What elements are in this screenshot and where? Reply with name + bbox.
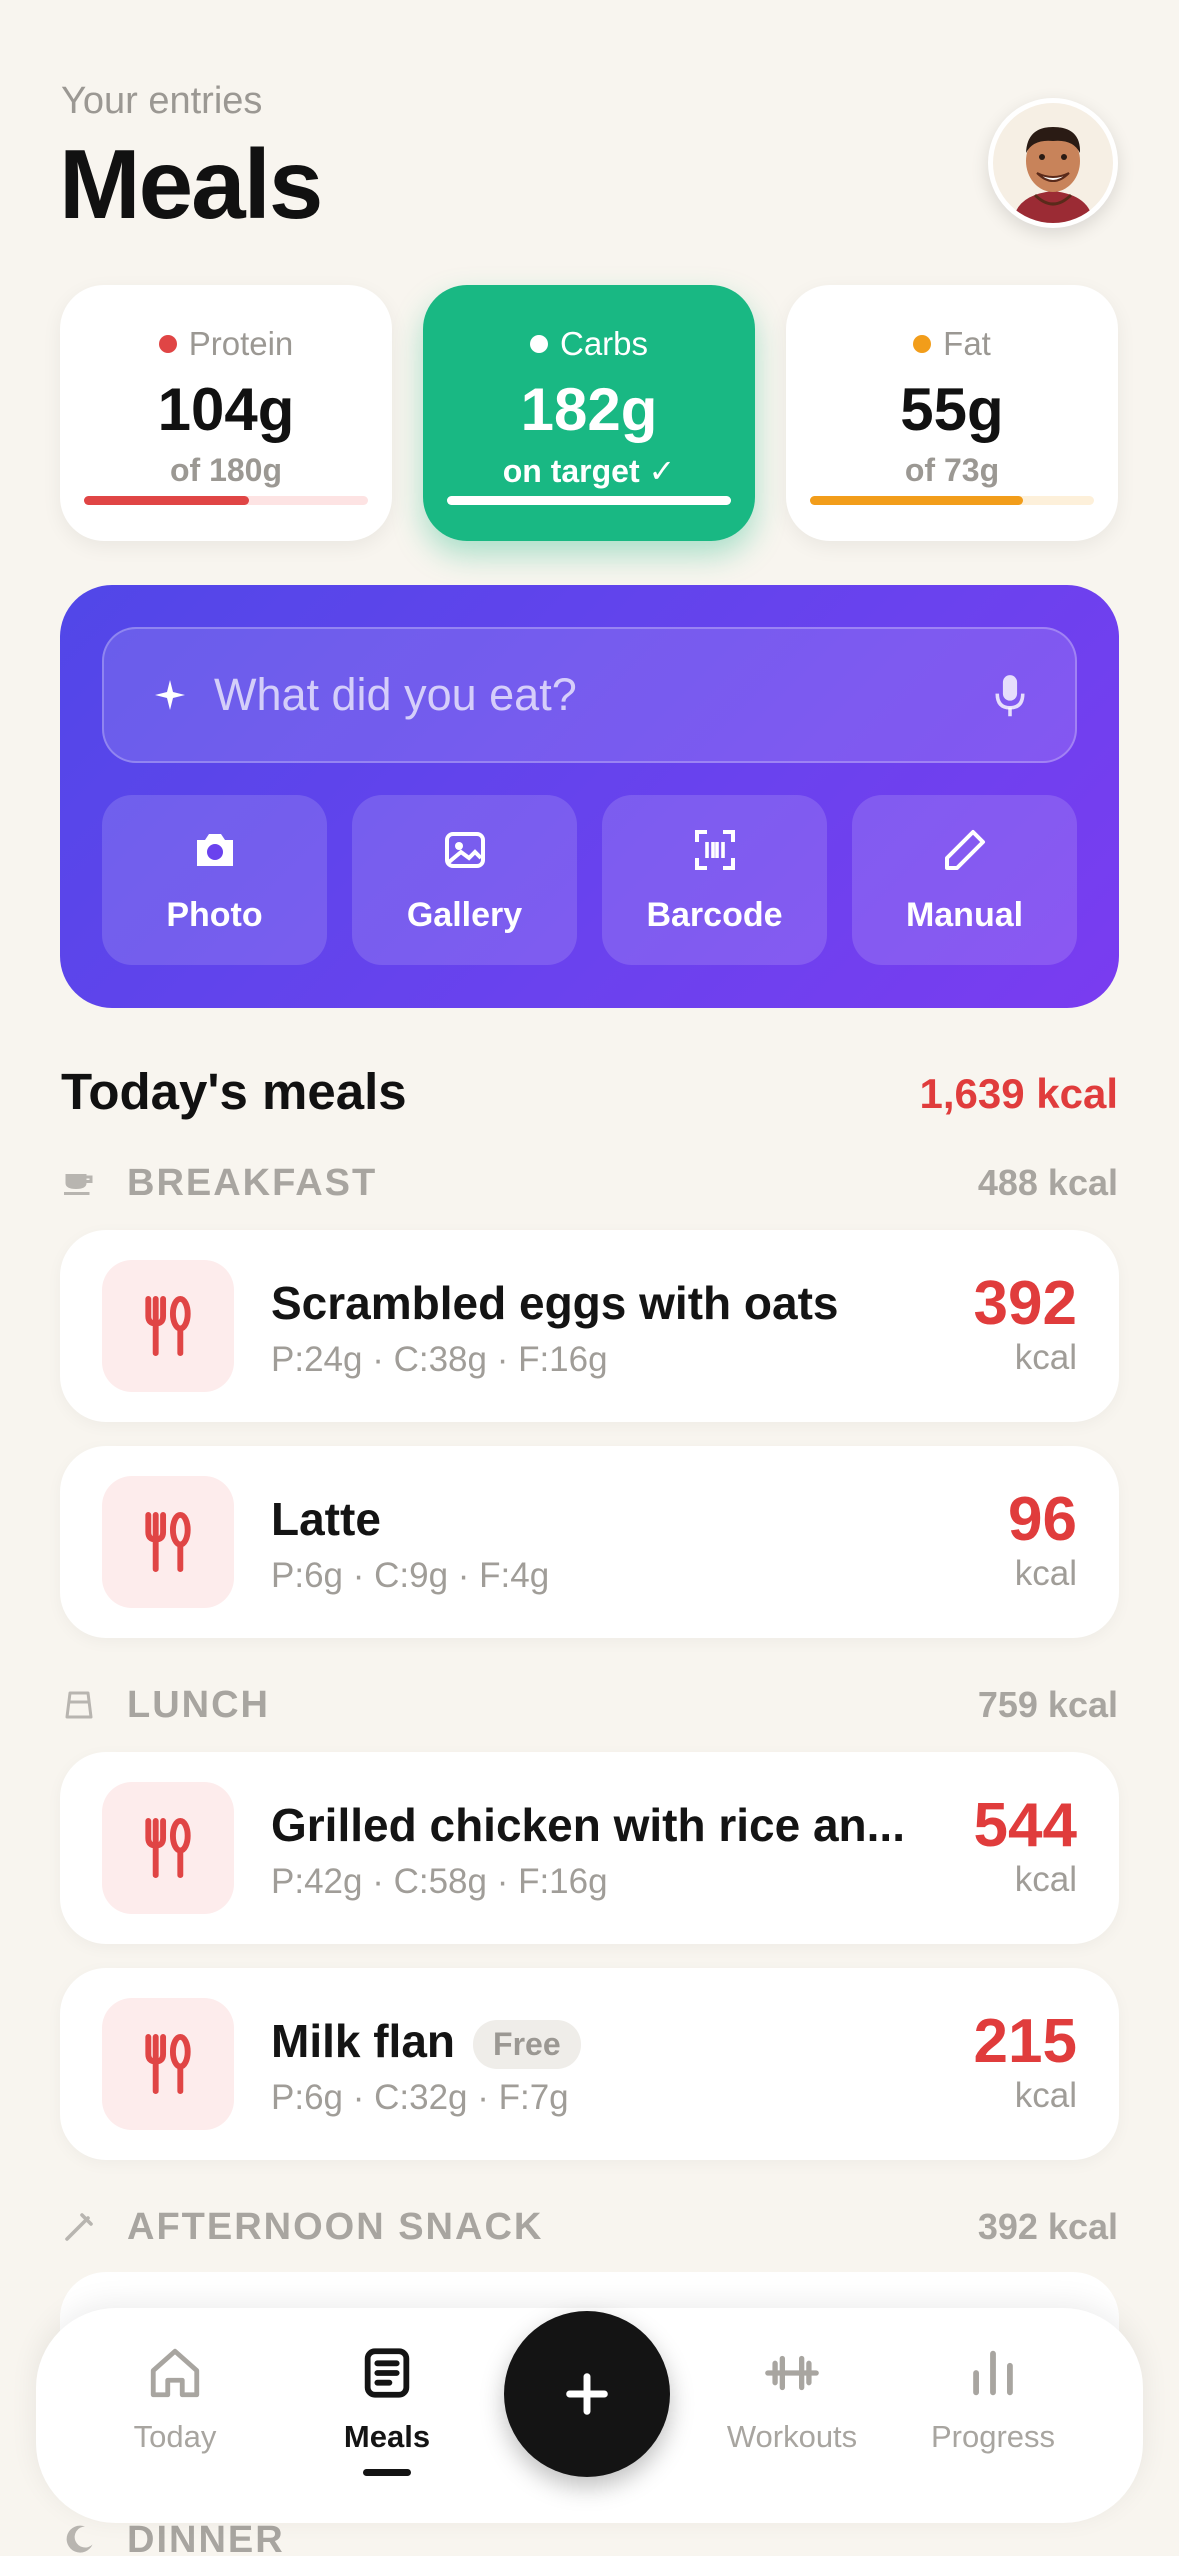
cup-icon bbox=[64, 1174, 93, 1195]
bar-chart-icon bbox=[973, 2350, 1013, 2396]
meal-group-afternoon-snack[interactable]: AFTERNOON SNACK 392 kcal bbox=[61, 2202, 1118, 2252]
nav-progress[interactable]: Progress bbox=[903, 2344, 1083, 2455]
add-entry-button[interactable] bbox=[504, 2311, 670, 2477]
macro-progress-fill bbox=[84, 496, 249, 505]
meal-item[interactable]: Latte P:6g · C:9g · F:4g 96 kcal bbox=[60, 1446, 1119, 1638]
kcal-unit: kcal bbox=[1014, 2076, 1077, 2115]
macro-progress-track bbox=[810, 496, 1094, 505]
image-icon bbox=[444, 831, 485, 868]
gallery-button[interactable]: Gallery bbox=[352, 795, 577, 965]
group-name: AFTERNOON SNACK bbox=[127, 2205, 544, 2248]
avatar-image bbox=[993, 103, 1113, 223]
meal-macros: P:6g · C:32g · F:7g bbox=[271, 2078, 569, 2117]
avatar[interactable] bbox=[988, 98, 1118, 228]
utensils-icon bbox=[145, 1817, 191, 1879]
moon-icon bbox=[66, 2525, 93, 2553]
plus-icon bbox=[566, 2373, 608, 2415]
photo-button[interactable]: Photo bbox=[102, 795, 327, 965]
meal-group-breakfast[interactable]: BREAKFAST 488 kcal bbox=[61, 1158, 1118, 1208]
kcal-unit: kcal bbox=[1014, 1860, 1077, 1899]
carbs-dot-icon bbox=[529, 335, 548, 353]
document-icon bbox=[364, 2348, 410, 2398]
macro-card-carbs[interactable]: Carbs 182g on target ✓ bbox=[423, 285, 755, 541]
camera-icon bbox=[196, 833, 233, 866]
kcal-unit: kcal bbox=[1014, 1338, 1077, 1377]
macro-label: Fat bbox=[943, 325, 991, 362]
macro-progress-track bbox=[84, 496, 368, 505]
barcode-button[interactable]: Barcode bbox=[602, 795, 827, 965]
fat-dot-icon bbox=[913, 335, 932, 353]
meal-macros: P:42g · C:58g · F:16g bbox=[271, 1862, 608, 1901]
meals-screen: Your entries Meals Protein 104g of 180g … bbox=[0, 0, 1179, 2556]
macro-progress-fill bbox=[447, 496, 731, 505]
utensils-icon bbox=[145, 1295, 191, 1357]
barcode-icon bbox=[694, 829, 735, 870]
nav-workouts[interactable]: Workouts bbox=[702, 2344, 882, 2455]
macro-card-fat[interactable]: Fat 55g of 73g bbox=[786, 285, 1118, 541]
snack-icon bbox=[65, 2213, 93, 2241]
section-title: Today's meals bbox=[61, 1063, 407, 1120]
free-badge: Free bbox=[473, 2020, 581, 2070]
group-name: LUNCH bbox=[127, 1683, 270, 1726]
meal-macros: P:6g · C:9g · F:4g bbox=[271, 1556, 550, 1595]
group-name: DINNER bbox=[127, 2518, 285, 2556]
macro-goal: of 73g bbox=[904, 452, 1000, 488]
meal-item[interactable]: Grilled chicken with rice an... P:42g · … bbox=[60, 1752, 1119, 1944]
macro-card-protein[interactable]: Protein 104g of 180g bbox=[60, 285, 392, 541]
meal-kcal: 392 bbox=[973, 1269, 1077, 1338]
dumbbell-icon bbox=[765, 2355, 819, 2391]
meal-name: Latte bbox=[271, 1493, 381, 1545]
log-actions: Photo Gallery Barcode Manual bbox=[102, 795, 1077, 965]
meal-group-lunch[interactable]: LUNCH 759 kcal bbox=[61, 1680, 1118, 1730]
meal-name: Milk flan Free bbox=[271, 2014, 581, 2070]
protein-dot-icon bbox=[158, 335, 177, 353]
meal-kcal: 544 bbox=[973, 1791, 1077, 1860]
group-name: BREAKFAST bbox=[127, 1161, 378, 1204]
utensils-icon bbox=[145, 1511, 191, 1573]
nav-today[interactable]: Today bbox=[85, 2344, 265, 2455]
macro-value: 55g bbox=[900, 376, 1004, 443]
nav-meals[interactable]: Meals bbox=[297, 2344, 477, 2476]
kcal-unit: kcal bbox=[1014, 1554, 1077, 1593]
group-total: 488 kcal bbox=[977, 1162, 1118, 1203]
food-logger-panel: What did you eat? Photo Gallery Barcode … bbox=[60, 585, 1119, 1008]
meal-kcal: 215 bbox=[973, 2007, 1077, 2076]
macro-status: on target ✓ bbox=[502, 453, 676, 489]
macro-label: Protein bbox=[188, 325, 294, 362]
utensils-icon bbox=[145, 2033, 191, 2095]
page-title: Meals bbox=[59, 129, 323, 239]
macro-value: 182g bbox=[520, 376, 658, 443]
page-eyebrow: Your entries bbox=[61, 80, 263, 122]
pencil-icon bbox=[944, 829, 985, 870]
meal-macros: P:24g · C:38g · F:16g bbox=[271, 1340, 608, 1379]
home-icon bbox=[150, 2348, 200, 2398]
manual-button[interactable]: Manual bbox=[852, 795, 1077, 965]
meal-kcal: 96 bbox=[1008, 1485, 1077, 1554]
macro-progress-fill bbox=[810, 496, 1023, 505]
search-placeholder: What did you eat? bbox=[214, 669, 577, 720]
group-total: 759 kcal bbox=[977, 1684, 1118, 1725]
lunchbox-icon bbox=[65, 1691, 93, 1719]
food-search-input[interactable]: What did you eat? bbox=[102, 627, 1077, 763]
sparkle-icon bbox=[155, 680, 185, 710]
macro-goal: of 180g bbox=[169, 452, 283, 488]
macro-value: 104g bbox=[157, 376, 295, 443]
group-total: 392 kcal bbox=[977, 2206, 1118, 2247]
meal-item[interactable]: Scrambled eggs with oats P:24g · C:38g ·… bbox=[60, 1230, 1119, 1422]
daily-total-kcal: 1,639 kcal bbox=[919, 1070, 1118, 1117]
microphone-icon[interactable] bbox=[993, 672, 1027, 718]
active-indicator bbox=[363, 2469, 411, 2476]
macro-label: Carbs bbox=[559, 325, 649, 362]
macro-progress-track bbox=[447, 496, 731, 505]
meal-item[interactable]: Milk flan Free P:6g · C:32g · F:7g 215 kc… bbox=[60, 1968, 1119, 2160]
meal-name: Scrambled eggs with oats bbox=[271, 1277, 839, 1329]
meal-name: Grilled chicken with rice an... bbox=[271, 1799, 905, 1851]
